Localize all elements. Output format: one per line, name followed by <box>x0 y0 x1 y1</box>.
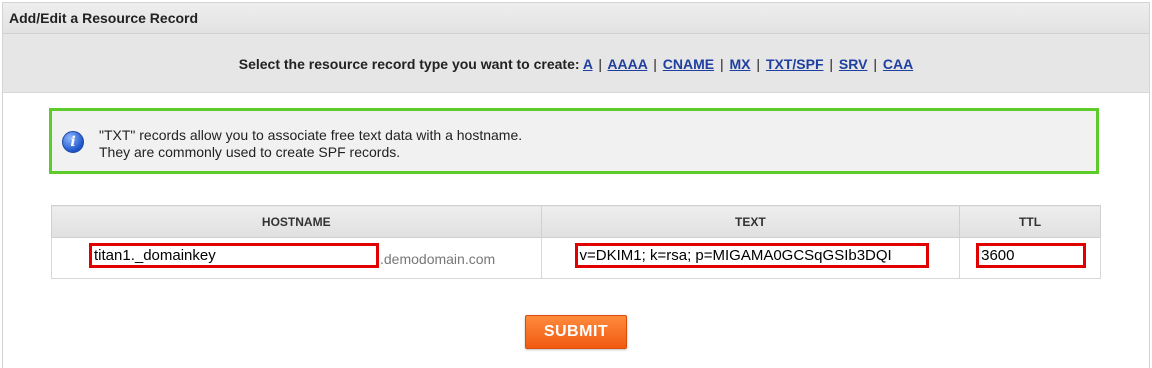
hostname-cell: titan1._domainkey .demodomain.com <box>51 237 542 279</box>
text-cell: v=DKIM1; k=rsa; p=MIGAMA0GCSqGSIb3DQI <box>540 237 961 279</box>
record-type-link-aaaa[interactable]: AAAA <box>607 56 647 72</box>
record-type-link-mx[interactable]: MX <box>730 56 751 72</box>
text-input[interactable]: v=DKIM1; k=rsa; p=MIGAMA0GCSqGSIb3DQI <box>574 243 929 268</box>
separator: | <box>873 56 877 72</box>
panel-title: Add/Edit a Resource Record <box>3 3 1149 34</box>
column-header-ttl: TTL <box>959 205 1101 238</box>
record-table: HOSTNAME TEXT TTL titan1._domainkey .dem… <box>51 205 1101 279</box>
record-type-link-txt-spf[interactable]: TXT/SPF <box>766 56 824 72</box>
record-type-link-cname[interactable]: CNAME <box>663 56 714 72</box>
ttl-cell: 3600 <box>959 237 1101 279</box>
ttl-input[interactable]: 3600 <box>976 243 1087 268</box>
info-line-2: They are commonly used to create SPF rec… <box>99 144 401 160</box>
separator: | <box>719 56 724 72</box>
separator: | <box>598 56 603 72</box>
separator: | <box>829 56 834 72</box>
resource-record-panel: Add/Edit a Resource Record Select the re… <box>2 2 1150 368</box>
separator: | <box>653 56 657 72</box>
separator: | <box>756 56 761 72</box>
table-header-row: HOSTNAME TEXT TTL <box>51 205 1101 238</box>
record-type-link-a[interactable]: A <box>583 56 593 72</box>
record-type-prompt: Select the resource record type you want… <box>238 56 580 72</box>
record-type-link-caa[interactable]: CAA <box>883 56 913 72</box>
record-type-link-srv[interactable]: SRV <box>839 56 868 72</box>
column-header-hostname: HOSTNAME <box>51 205 542 238</box>
column-header-text: TEXT <box>540 205 961 238</box>
table-row: titan1._domainkey .demodomain.com v=DKIM… <box>51 237 1101 279</box>
info-box: i "TXT" records allow you to associate f… <box>49 108 1099 174</box>
domain-suffix: .demodomain.com <box>380 251 496 267</box>
info-icon: i <box>62 131 84 153</box>
submit-button[interactable]: SUBMIT <box>525 315 627 349</box>
info-line-1: "TXT" records allow you to associate fre… <box>99 127 523 143</box>
hostname-input[interactable]: titan1._domainkey <box>89 243 379 268</box>
record-type-selector: Select the resource record type you want… <box>3 34 1149 93</box>
info-text: "TXT" records allow you to associate fre… <box>99 127 522 161</box>
